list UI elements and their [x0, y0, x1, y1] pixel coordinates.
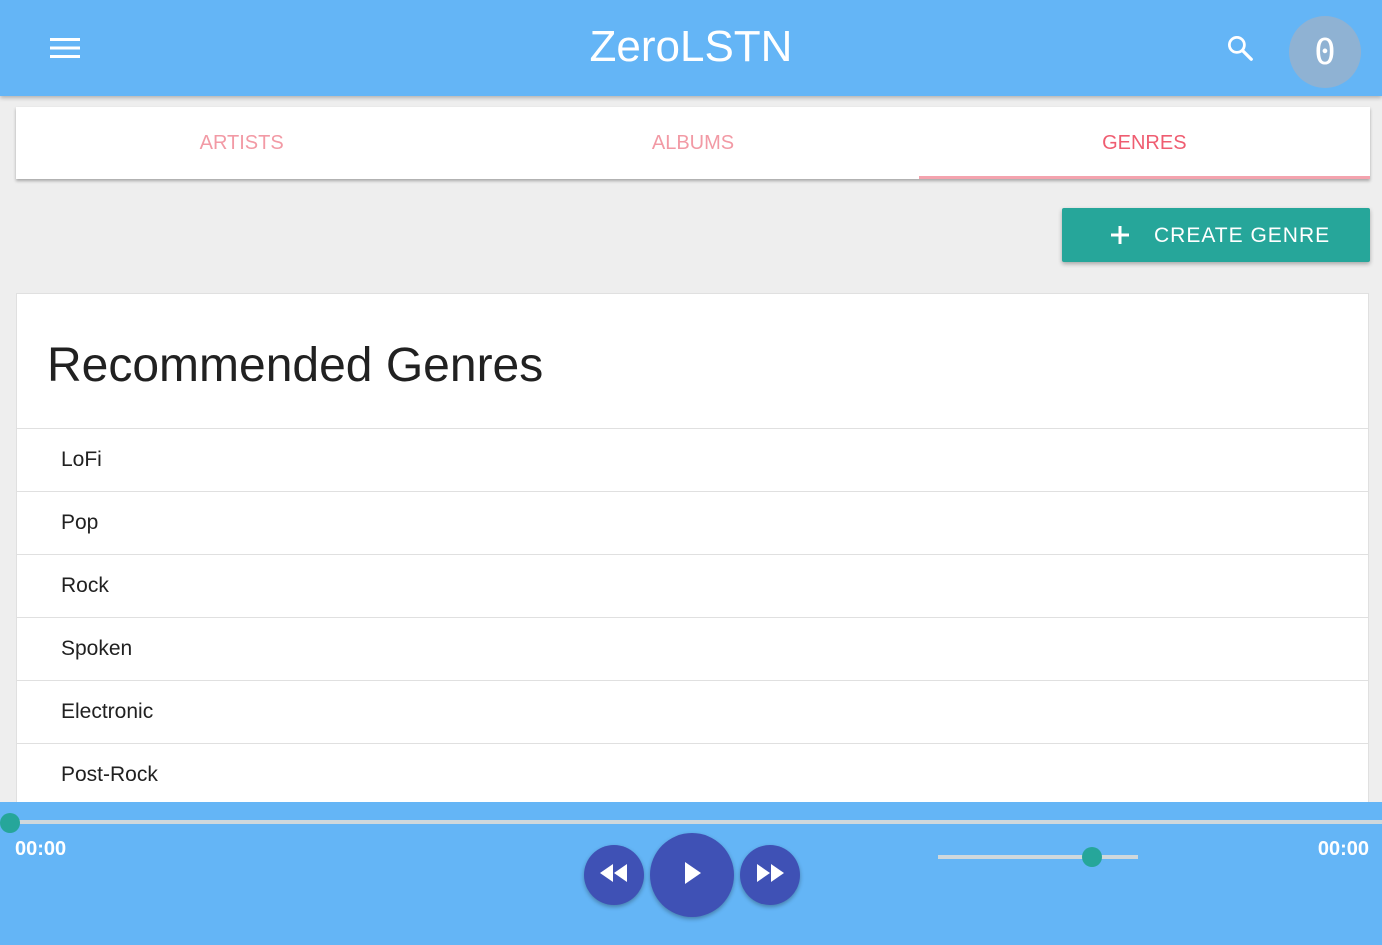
- card-title: Recommended Genres: [47, 339, 544, 392]
- search-icon[interactable]: [1220, 28, 1260, 68]
- fast-forward-icon: [756, 863, 784, 887]
- volume-thumb[interactable]: [1082, 847, 1102, 867]
- tab-albums[interactable]: ALBUMS: [467, 107, 918, 179]
- genre-item-post-rock[interactable]: Post-Rock: [17, 743, 1368, 806]
- create-genre-button[interactable]: CREATE GENRE: [1062, 208, 1370, 262]
- recommended-genres-card: Recommended Genres LoFi Pop Rock Spoken …: [16, 293, 1369, 813]
- genre-item-rock[interactable]: Rock: [17, 554, 1368, 617]
- fast-rewind-icon: [600, 863, 628, 887]
- fast-forward-button[interactable]: [740, 845, 800, 905]
- tab-genres[interactable]: GENRES: [918, 107, 1371, 179]
- plus-icon: [1106, 221, 1134, 249]
- genre-item-pop[interactable]: Pop: [17, 491, 1368, 554]
- duration-time: 00:00: [1317, 838, 1369, 860]
- genre-item-lofi[interactable]: LoFi: [17, 428, 1368, 491]
- genre-list: LoFi Pop Rock Spoken Electronic Post-Roc…: [17, 428, 1368, 806]
- genre-item-spoken[interactable]: Spoken: [17, 617, 1368, 680]
- seek-thumb[interactable]: [0, 813, 20, 833]
- user-avatar[interactable]: 0: [1289, 16, 1361, 88]
- rewind-button[interactable]: [584, 845, 644, 905]
- genre-item-electronic[interactable]: Electronic: [17, 680, 1368, 743]
- audio-player: 00:00 00:00: [0, 802, 1382, 945]
- tab-artists[interactable]: ARTISTS: [16, 107, 467, 179]
- create-genre-label: CREATE GENRE: [1154, 224, 1331, 247]
- app-bar: ZeroLSTN 0: [0, 0, 1382, 96]
- app-title: ZeroLSTN: [589, 22, 793, 71]
- seek-bar[interactable]: [8, 820, 1382, 824]
- tab-bar: ARTISTS ALBUMS GENRES: [16, 107, 1371, 179]
- play-button[interactable]: [650, 833, 734, 917]
- menu-icon[interactable]: [46, 30, 84, 66]
- volume-slider[interactable]: [938, 847, 1138, 867]
- elapsed-time: 00:00: [15, 838, 67, 860]
- play-icon: [682, 861, 702, 889]
